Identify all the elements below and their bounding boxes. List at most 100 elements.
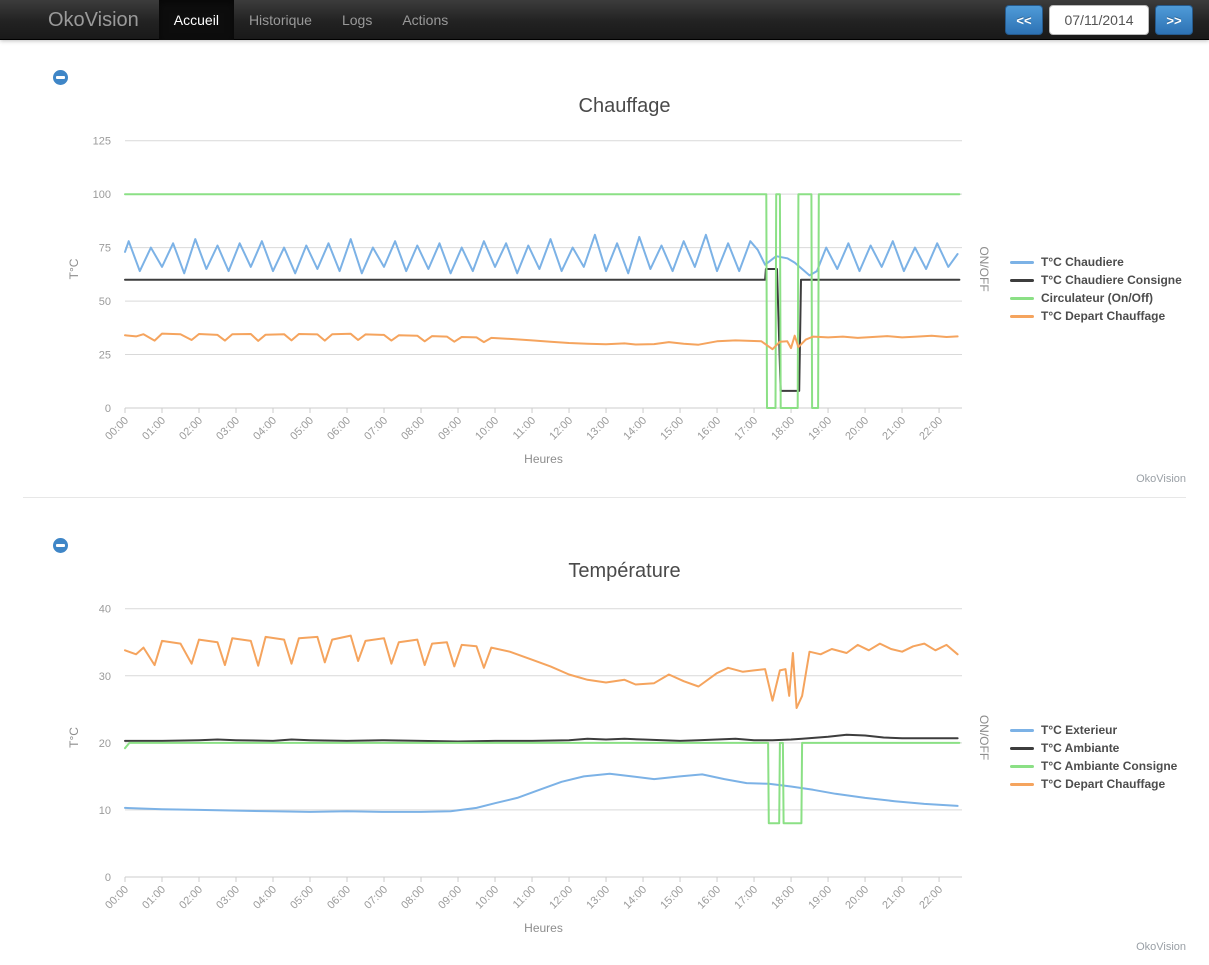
svg-text:06:00: 06:00 <box>325 884 353 912</box>
svg-text:18:00: 18:00 <box>769 415 797 443</box>
chauffage-legend: T°C Chaudiere T°C Chaudiere Consigne Circu… <box>1010 253 1182 325</box>
svg-text:40: 40 <box>99 604 111 616</box>
legend-label: T°C Ambiante <box>1041 741 1119 755</box>
legend-item: T°C Depart Chauffage <box>1010 775 1177 793</box>
svg-text:06:00: 06:00 <box>325 415 353 443</box>
svg-text:ON/OFF: ON/OFF <box>977 246 991 291</box>
panel-temperature: Température 01020304000:0001:0002:0003:0… <box>0 498 1209 964</box>
legend-item: T°C Chaudiere <box>1010 253 1182 271</box>
legend-swatch <box>1010 261 1034 264</box>
svg-text:17:00: 17:00 <box>732 415 760 443</box>
minus-icon <box>56 544 65 547</box>
legend-item: T°C Depart Chauffage <box>1010 307 1182 325</box>
main-content: Chauffage 025507510012500:0001:0002:0003… <box>0 40 1209 964</box>
svg-text:17:00: 17:00 <box>732 884 760 912</box>
svg-text:11:00: 11:00 <box>511 415 538 442</box>
legend-label: T°C Depart Chauffage <box>1041 309 1165 323</box>
legend-label: T°C Ambiante Consigne <box>1041 759 1177 773</box>
chauffage-chart[interactable]: 025507510012500:0001:0002:0003:0004:0005… <box>40 130 1000 490</box>
svg-text:04:00: 04:00 <box>251 415 279 443</box>
legend-label: T°C Chaudiere <box>1041 255 1124 269</box>
svg-text:16:00: 16:00 <box>695 884 723 912</box>
legend-label: T°C Depart Chauffage <box>1041 777 1165 791</box>
svg-text:125: 125 <box>93 136 111 148</box>
collapse-icon[interactable] <box>53 70 68 85</box>
legend-item: T°C Ambiante Consigne <box>1010 757 1177 775</box>
nav-item-actions[interactable]: Actions <box>387 0 463 40</box>
svg-text:07:00: 07:00 <box>362 884 390 912</box>
legend-swatch <box>1010 765 1034 768</box>
svg-text:19:00: 19:00 <box>806 415 834 443</box>
svg-text:30: 30 <box>99 671 111 683</box>
legend-swatch <box>1010 297 1034 300</box>
legend-swatch <box>1010 315 1034 318</box>
legend-label: T°C Exterieur <box>1041 723 1117 737</box>
svg-text:00:00: 00:00 <box>103 884 131 912</box>
svg-text:04:00: 04:00 <box>251 884 279 912</box>
svg-text:Heures: Heures <box>524 921 563 935</box>
svg-text:19:00: 19:00 <box>806 884 834 912</box>
svg-text:16:00: 16:00 <box>695 415 723 443</box>
nav-item-historique[interactable]: Historique <box>234 0 327 40</box>
svg-text:10:00: 10:00 <box>473 884 501 912</box>
temperature-legend: T°C Exterieur T°C Ambiante T°C Ambiante Co… <box>1010 721 1177 793</box>
temperature-chart[interactable]: 01020304000:0001:0002:0003:0004:0005:000… <box>40 598 1000 958</box>
brand-logo[interactable]: OkoVision <box>0 0 159 40</box>
svg-text:02:00: 02:00 <box>177 415 205 443</box>
collapse-icon[interactable] <box>53 538 68 553</box>
chart-watermark: OkoVision <box>1136 473 1186 485</box>
svg-text:10:00: 10:00 <box>473 415 501 443</box>
svg-text:18:00: 18:00 <box>769 884 797 912</box>
svg-text:21:00: 21:00 <box>880 415 908 443</box>
legend-swatch <box>1010 729 1034 732</box>
svg-text:14:00: 14:00 <box>621 884 649 912</box>
svg-text:07:00: 07:00 <box>362 415 390 443</box>
svg-text:25: 25 <box>99 350 111 362</box>
svg-text:12:00: 12:00 <box>547 415 575 443</box>
svg-text:50: 50 <box>99 296 111 308</box>
legend-swatch <box>1010 783 1034 786</box>
svg-text:08:00: 08:00 <box>399 884 427 912</box>
svg-text:13:00: 13:00 <box>584 884 612 912</box>
svg-text:10: 10 <box>99 805 111 817</box>
svg-text:0: 0 <box>105 872 111 884</box>
svg-text:08:00: 08:00 <box>399 415 427 443</box>
next-date-button[interactable]: >> <box>1155 5 1193 35</box>
svg-text:20:00: 20:00 <box>843 415 871 443</box>
date-pager: << >> <box>1005 5 1193 35</box>
svg-text:12:00: 12:00 <box>547 884 575 912</box>
svg-text:02:00: 02:00 <box>177 884 205 912</box>
nav-item-logs[interactable]: Logs <box>327 0 387 40</box>
nav-item-accueil[interactable]: Accueil <box>159 0 234 40</box>
svg-text:21:00: 21:00 <box>880 884 908 912</box>
minus-icon <box>56 76 65 79</box>
date-input[interactable] <box>1049 5 1149 35</box>
svg-text:00:00: 00:00 <box>103 415 131 443</box>
main-nav: Accueil Historique Logs Actions <box>159 0 463 40</box>
legend-label: Circulateur (On/Off) <box>1041 291 1153 305</box>
prev-date-button[interactable]: << <box>1005 5 1043 35</box>
legend-swatch <box>1010 279 1034 282</box>
svg-text:05:00: 05:00 <box>288 415 316 443</box>
legend-item: T°C Ambiante <box>1010 739 1177 757</box>
panel-chauffage: Chauffage 025507510012500:0001:0002:0003… <box>0 40 1209 498</box>
chart-zone-temperature: 01020304000:0001:0002:0003:0004:0005:000… <box>0 598 1209 958</box>
svg-text:09:00: 09:00 <box>436 884 464 912</box>
svg-text:Heures: Heures <box>524 452 563 466</box>
svg-text:15:00: 15:00 <box>658 415 686 443</box>
svg-text:13:00: 13:00 <box>584 415 612 443</box>
svg-text:05:00: 05:00 <box>288 884 316 912</box>
legend-item: Circulateur (On/Off) <box>1010 289 1182 307</box>
svg-text:01:00: 01:00 <box>140 415 168 443</box>
chart-title-chauffage: Chauffage <box>40 95 1209 118</box>
legend-item: T°C Exterieur <box>1010 721 1177 739</box>
svg-text:0: 0 <box>105 403 111 415</box>
legend-item: T°C Chaudiere Consigne <box>1010 271 1182 289</box>
chart-watermark: OkoVision <box>1136 941 1186 953</box>
svg-text:01:00: 01:00 <box>140 884 168 912</box>
svg-text:ON/OFF: ON/OFF <box>977 715 991 760</box>
svg-text:03:00: 03:00 <box>214 415 242 443</box>
svg-text:14:00: 14:00 <box>621 415 649 443</box>
svg-text:20: 20 <box>99 738 111 750</box>
svg-text:T°C: T°C <box>67 727 81 748</box>
